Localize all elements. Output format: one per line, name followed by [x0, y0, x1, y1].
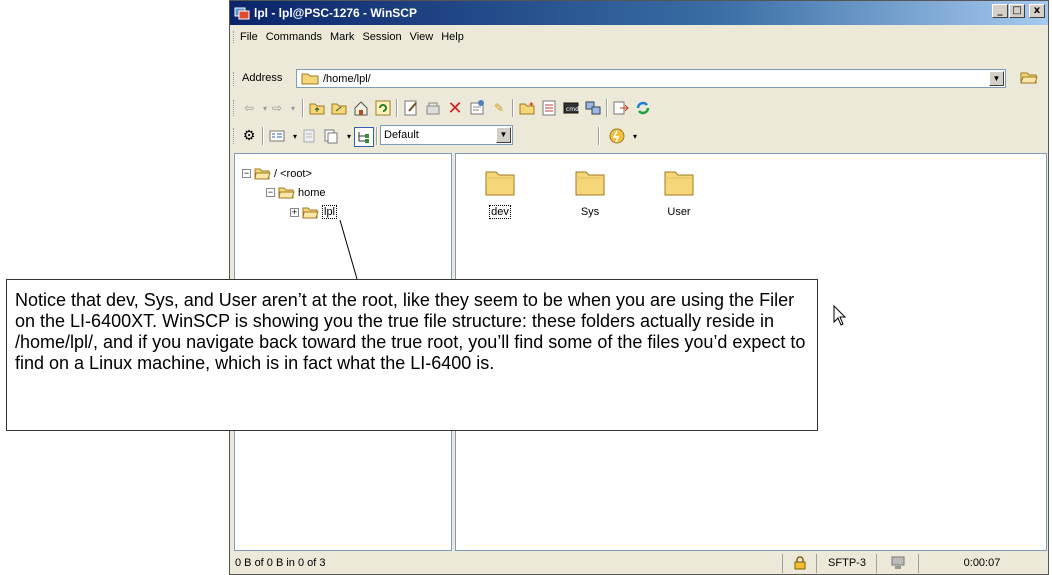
session-toolbar: ⚙ ▾ ▾ Default ▼ ▾: [230, 122, 1048, 150]
winscp-app-icon: [234, 7, 250, 20]
annotation-callout: Notice that dev, Sys, and User aren’t at…: [6, 279, 818, 431]
protocol-status: SFTP-3: [816, 554, 877, 573]
edit-icon[interactable]: [402, 99, 420, 117]
file-name: dev: [489, 205, 511, 219]
minimize-button[interactable]: _: [992, 4, 1008, 18]
root-folder-icon[interactable]: [330, 99, 348, 117]
navigation-toolbar: ⇦ ▾ ⇨ ▾ ✕ ✎ ✦ cmd: [230, 94, 1048, 122]
menu-mark[interactable]: Mark: [330, 26, 354, 48]
callout-text: Notice that dev, Sys, and User aren’t at…: [15, 290, 806, 373]
window-controls: _ □ x: [992, 4, 1045, 18]
menu-grip[interactable]: [233, 31, 237, 43]
terminal-icon[interactable]: cmd: [562, 99, 580, 117]
folder-item-sys[interactable]: Sys: [560, 168, 620, 218]
address-grip[interactable]: [233, 72, 237, 86]
svg-text:✦: ✦: [528, 100, 535, 109]
tree-toggle-icon[interactable]: [354, 127, 374, 147]
tree-node-lpl[interactable]: + lpl: [290, 205, 338, 219]
refresh-icon[interactable]: [374, 99, 392, 117]
file-name: Sys: [580, 206, 600, 218]
tree-lpl-label: lpl: [322, 205, 338, 219]
tree-home-label: home: [298, 186, 326, 199]
computer-icon: [891, 556, 905, 570]
lock-status: [782, 554, 817, 573]
new-folder-icon[interactable]: ✦: [518, 99, 536, 117]
folder-item-dev[interactable]: dev: [470, 168, 530, 219]
status-bar: 0 B of 0 B in 0 of 3 SFTP-3 0:00:07: [230, 552, 1048, 575]
properties-icon[interactable]: [468, 99, 486, 117]
view-style-icon[interactable]: [268, 127, 286, 145]
close-button[interactable]: x: [1029, 4, 1045, 18]
keep-up-to-date-icon[interactable]: [634, 99, 652, 117]
toolbar-grip-2[interactable]: [233, 128, 237, 144]
address-bar: Address /home/lpl/ ▼: [230, 67, 1048, 91]
address-dropdown-button[interactable]: ▼: [989, 71, 1004, 86]
window-title: lpl - lpl@PSC-1276 - WinSCP: [254, 6, 417, 20]
delete-icon[interactable]: ✕: [446, 98, 464, 119]
clipboard-icon[interactable]: [322, 127, 340, 145]
maximize-button[interactable]: □: [1009, 4, 1025, 18]
tree-node-root[interactable]: − / <root>: [242, 167, 312, 180]
menu-help[interactable]: Help: [441, 26, 464, 48]
menu-file[interactable]: File: [240, 26, 258, 48]
queue-dropdown-icon[interactable]: ▾: [626, 127, 644, 145]
attributes-icon[interactable]: [540, 99, 558, 117]
title-bar[interactable]: lpl - lpl@PSC-1276 - WinSCP _ □ x: [230, 1, 1048, 25]
status-summary: 0 B of 0 B in 0 of 3: [235, 557, 326, 569]
svg-text:cmd: cmd: [566, 106, 579, 113]
preferences-gear-icon[interactable]: ⚙: [240, 127, 258, 145]
open-folder-icon: [278, 187, 295, 199]
compare-directories-icon[interactable]: [612, 99, 630, 117]
address-input[interactable]: /home/lpl/ ▼: [296, 69, 1006, 88]
lock-icon: [794, 556, 806, 570]
folder-icon: [485, 171, 515, 196]
menu-session[interactable]: Session: [362, 26, 401, 48]
menu-commands[interactable]: Commands: [266, 26, 322, 48]
forward-dropdown-icon[interactable]: ▾: [284, 99, 302, 117]
filter-icon[interactable]: [300, 127, 318, 145]
menu-bar: File Commands Mark Session View Help: [230, 26, 1048, 48]
mouse-cursor-icon: [833, 305, 847, 326]
tree-root-label: / <root>: [274, 167, 312, 180]
folder-item-user[interactable]: User: [649, 168, 709, 218]
address-label: Address: [242, 72, 283, 84]
parent-folder-icon[interactable]: [308, 99, 326, 117]
tree-node-home[interactable]: − home: [266, 186, 326, 199]
folder-icon: [664, 171, 694, 196]
address-value: /home/lpl/: [323, 73, 371, 85]
open-folder-icon: [254, 168, 271, 180]
open-folder-icon[interactable]: [1020, 70, 1038, 85]
open-folder-icon: [302, 207, 319, 218]
home-icon[interactable]: [352, 99, 370, 117]
transfer-settings-value: Default: [384, 129, 419, 141]
expand-icon[interactable]: +: [290, 207, 299, 217]
menu-view[interactable]: View: [410, 26, 434, 48]
toolbar-grip[interactable]: [233, 100, 237, 116]
synchronize-icon[interactable]: [584, 99, 602, 117]
rename-icon[interactable]: ✎: [490, 99, 508, 117]
file-name: User: [667, 206, 691, 218]
collapse-icon[interactable]: −: [266, 188, 275, 197]
open-icon[interactable]: [424, 99, 442, 117]
transfer-settings-select[interactable]: Default ▼: [380, 125, 513, 145]
elapsed-time: 0:00:07: [918, 554, 1045, 573]
queue-icon[interactable]: [608, 127, 626, 145]
network-status: [876, 554, 919, 573]
folder-icon: [301, 73, 319, 85]
collapse-icon[interactable]: −: [242, 169, 251, 178]
transfer-settings-dropdown-button[interactable]: ▼: [496, 127, 511, 143]
folder-icon: [575, 171, 605, 196]
